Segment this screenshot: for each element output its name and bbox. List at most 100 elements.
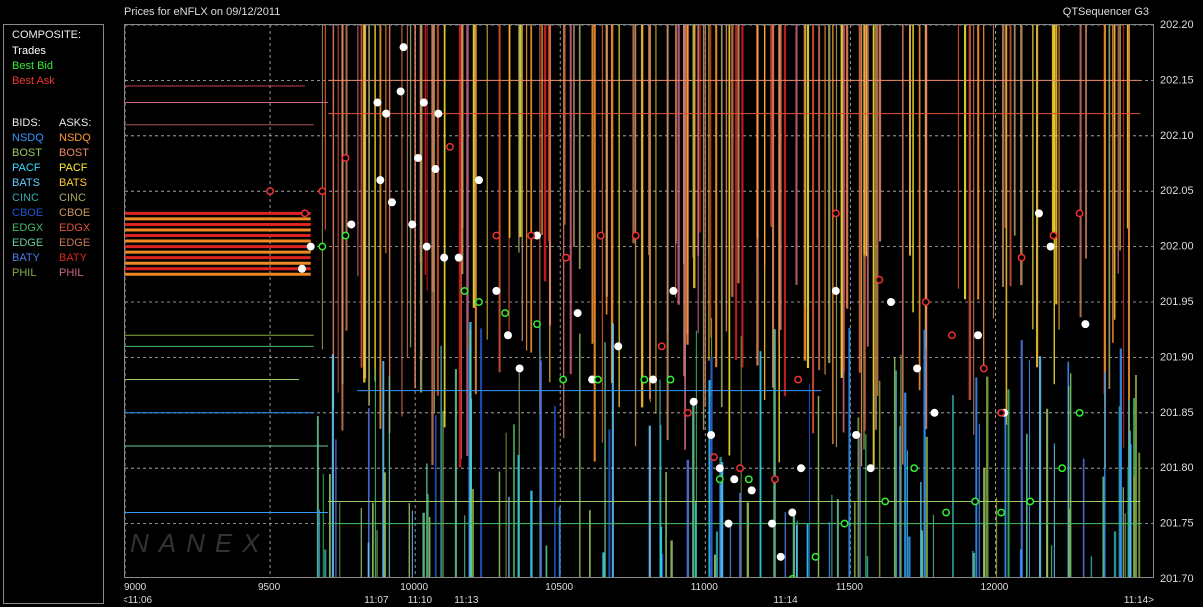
ask-venue-bats[interactable]: BATS — [59, 177, 87, 189]
ask-venue-cboe[interactable]: CBOE — [59, 207, 90, 219]
best-bid-point — [942, 508, 951, 517]
x-tick-label: 11000 — [691, 582, 719, 593]
bid-venue-phil[interactable]: PHIL — [12, 267, 36, 279]
legend-trades[interactable]: Trades — [12, 45, 46, 57]
ask-venue-baty[interactable]: BATY — [59, 252, 87, 264]
trade-point — [422, 242, 431, 251]
x-tick-label: 9500 — [258, 582, 281, 593]
best-ask-point — [921, 298, 930, 306]
ask-venue-bost[interactable]: BOST — [59, 147, 89, 159]
best-ask-point — [341, 154, 350, 162]
time-tick-label: 11:10 — [408, 595, 433, 606]
trade-point — [306, 242, 315, 251]
y-tick-label: 201.85 — [1160, 407, 1194, 419]
best-bid-point — [475, 298, 483, 306]
ask-venue-phil[interactable]: PHIL — [59, 267, 83, 279]
bid-venue-cinc[interactable]: CINC — [12, 192, 39, 204]
trade-point — [1081, 320, 1090, 329]
price-chart — [125, 25, 1153, 577]
trade-point — [724, 519, 733, 528]
plot-area[interactable] — [124, 24, 1154, 578]
trade-point — [419, 98, 428, 107]
chart-title: Prices for eNFLX on 09/12/2011 — [124, 6, 281, 18]
y-tick-label: 201.90 — [1160, 351, 1194, 363]
best-bid-point — [666, 375, 675, 384]
y-tick-label: 201.95 — [1160, 296, 1194, 308]
trade-point — [669, 286, 678, 295]
trade-point — [886, 298, 895, 306]
best-bid-point — [559, 375, 568, 384]
time-tick-label: 11:14 — [773, 595, 798, 606]
y-axis: 201.70 201.75 201.80 201.85 201.90 201.95 202.… — [1160, 19, 1194, 585]
bid-venue-edge[interactable]: EDGE — [12, 237, 43, 249]
trade-point — [573, 309, 582, 318]
bid-venue-nsdq[interactable]: NSDQ — [12, 132, 44, 144]
trade-point — [382, 109, 391, 118]
best-ask-point — [736, 464, 745, 473]
best-ask-point — [318, 187, 327, 196]
trade-point — [1046, 242, 1055, 251]
app-name: QTSequencer G3 — [1062, 6, 1149, 18]
best-bid-point — [318, 242, 327, 251]
best-ask-point — [710, 453, 718, 462]
trade-point — [1034, 209, 1043, 218]
ask-venue-edge[interactable]: EDGE — [59, 237, 90, 249]
best-ask-point — [979, 364, 988, 373]
best-bid-point — [910, 464, 919, 473]
ask-venue-cinc[interactable]: CINC — [59, 192, 86, 204]
trade-point — [503, 331, 512, 340]
y-tick-label: 202.00 — [1160, 241, 1194, 253]
best-bid-point — [715, 475, 724, 484]
x-tick-label: 10000 — [400, 582, 428, 593]
best-bid-point — [533, 320, 541, 329]
bid-venue-pacf[interactable]: PACF — [12, 162, 41, 174]
best-bid-point — [640, 375, 649, 384]
y-tick-label: 202.15 — [1160, 74, 1194, 86]
trade-point — [474, 176, 483, 185]
trade-point — [776, 552, 785, 561]
bid-venue-bost[interactable]: BOST — [12, 147, 42, 159]
best-ask-point — [527, 231, 536, 240]
trade-point — [387, 198, 396, 207]
best-ask-point — [657, 342, 666, 351]
ask-venue-edgx[interactable]: EDGX — [59, 222, 90, 234]
bid-venue-bats[interactable]: BATS — [12, 177, 40, 189]
best-ask-point — [446, 142, 454, 151]
trade-point — [747, 486, 756, 495]
trade-point — [866, 464, 875, 473]
best-bid-point — [1026, 497, 1035, 506]
best-bid-point — [744, 475, 753, 484]
trade-point — [974, 331, 983, 340]
legend-best-ask[interactable]: Best Ask — [12, 75, 55, 87]
best-ask-point — [997, 408, 1006, 417]
asks-header: ASKS: — [59, 117, 92, 129]
bids-header: BIDS: — [12, 117, 41, 129]
y-tick-label: 202.20 — [1160, 19, 1194, 31]
y-tick-label: 201.80 — [1160, 462, 1194, 474]
best-ask-point — [831, 209, 840, 218]
trade-point — [454, 253, 463, 262]
best-bid-point — [460, 286, 469, 295]
trade-point — [730, 475, 739, 484]
bid-venue-edgx[interactable]: EDGX — [12, 222, 43, 234]
bid-venue-baty[interactable]: BATY — [12, 252, 40, 264]
ask-venue-pacf[interactable]: PACF — [59, 162, 88, 174]
bid-venue-cboe[interactable]: CBOE — [12, 207, 43, 219]
best-ask-point — [562, 253, 570, 262]
time-tick-label: 11:13 — [454, 595, 479, 606]
best-bid-point — [881, 497, 890, 506]
x-tick-label: 9000 — [124, 582, 147, 593]
trade-point — [831, 286, 840, 295]
trade-point — [614, 342, 623, 351]
trade-point — [649, 375, 658, 384]
trade-point — [788, 508, 797, 517]
trade-point — [492, 286, 501, 295]
time-tick-label: <11:06 — [124, 595, 153, 606]
ask-venue-nsdq[interactable]: NSDQ — [59, 132, 91, 144]
best-ask-point — [266, 187, 275, 196]
legend-best-bid[interactable]: Best Bid — [12, 60, 53, 72]
time-tick-label: 11:14> — [1124, 595, 1154, 606]
legend-panel: COMPOSITE: Trades Best Bid Best Ask BIDS… — [3, 24, 104, 604]
watermark: NANEX — [130, 528, 270, 558]
best-bid-point — [1075, 408, 1084, 417]
